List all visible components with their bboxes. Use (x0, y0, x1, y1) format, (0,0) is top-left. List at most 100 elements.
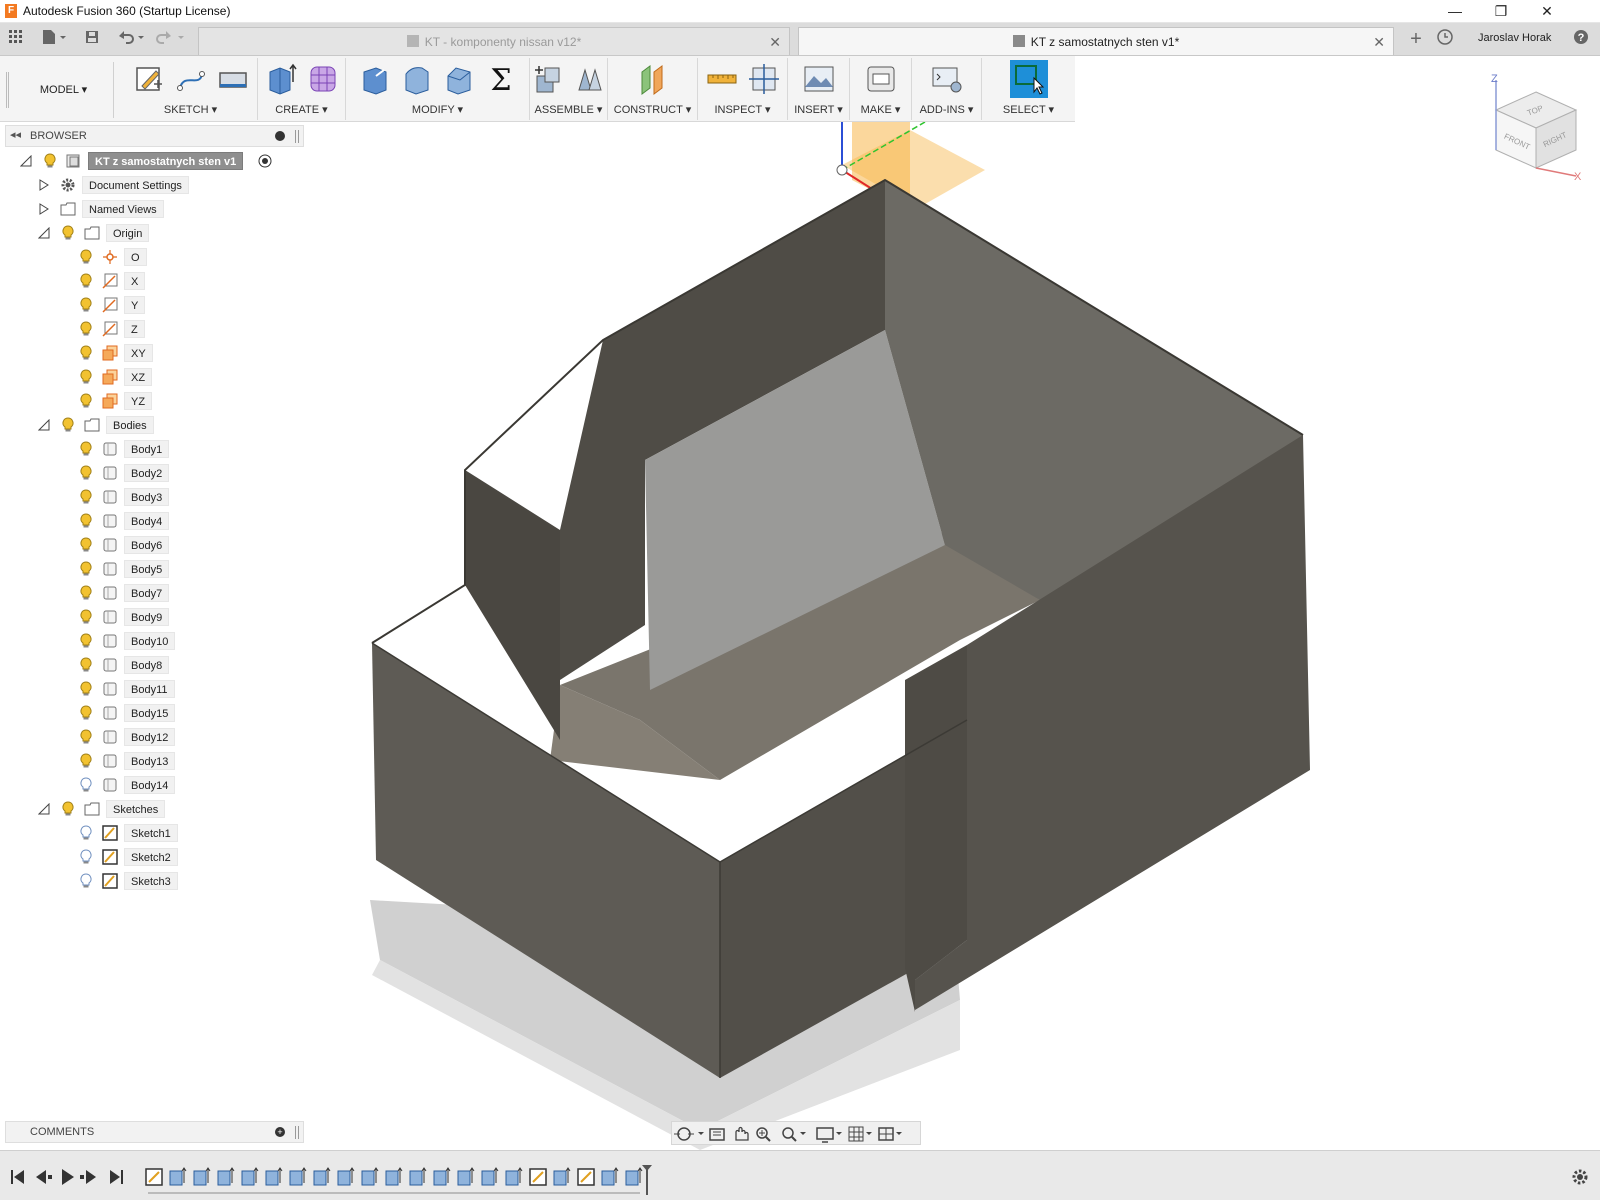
minimize-icon[interactable]: — (1432, 0, 1478, 22)
add-ins-menu-label[interactable]: ADD-INS ▾ (912, 103, 981, 116)
viewports-icon[interactable] (878, 1127, 902, 1141)
browser-panel-header[interactable]: ◂◂ BROWSER (5, 125, 304, 147)
measure-icon[interactable] (705, 62, 739, 96)
expanded-triangle-icon[interactable] (38, 419, 50, 431)
joint-icon[interactable] (573, 62, 607, 96)
visibility-bulb-icon[interactable] (80, 657, 92, 673)
visibility-bulb-icon[interactable] (80, 273, 92, 289)
timeline-extrude-feature-icon[interactable] (217, 1167, 235, 1186)
timeline-sketch-feature-icon[interactable] (529, 1168, 547, 1186)
timeline-extrude-feature-icon[interactable] (241, 1167, 259, 1186)
visibility-bulb-icon[interactable] (80, 321, 92, 337)
visibility-bulb-icon[interactable] (62, 225, 74, 241)
visibility-bulb-icon[interactable] (80, 609, 92, 625)
hidden-bulb-icon[interactable] (80, 849, 92, 865)
timeline-extrude-feature-icon[interactable] (265, 1167, 283, 1186)
visibility-bulb-icon[interactable] (80, 465, 92, 481)
visibility-bulb-icon[interactable] (80, 513, 92, 529)
close-icon[interactable]: ✕ (1524, 0, 1570, 22)
visibility-bulb-icon[interactable] (80, 537, 92, 553)
form-icon[interactable] (306, 62, 340, 96)
activate-component-icon[interactable] (258, 154, 272, 168)
display-settings-icon[interactable] (816, 1127, 842, 1143)
visibility-bulb-icon[interactable] (80, 681, 92, 697)
timeline-extrude-feature-icon[interactable] (505, 1167, 523, 1186)
create-menu-label[interactable]: CREATE ▾ (258, 103, 345, 116)
timeline-extrude-feature-icon[interactable] (625, 1167, 643, 1186)
hidden-bulb-icon[interactable] (80, 873, 92, 889)
expanded-triangle-icon[interactable] (38, 803, 50, 815)
timeline-extrude-feature-icon[interactable] (601, 1167, 619, 1186)
visibility-bulb-icon[interactable] (44, 153, 56, 169)
new-component-icon[interactable] (531, 62, 565, 96)
visibility-bulb-icon[interactable] (80, 585, 92, 601)
assemble-menu-label[interactable]: ASSEMBLE ▾ (530, 103, 607, 116)
select-menu-label[interactable]: SELECT ▾ (982, 103, 1075, 116)
origin-point-marker[interactable] (836, 164, 848, 176)
hidden-bulb-icon[interactable] (80, 825, 92, 841)
undo-icon[interactable] (114, 29, 148, 49)
visibility-bulb-icon[interactable] (80, 561, 92, 577)
toolbar-grip[interactable] (6, 72, 9, 108)
visibility-bulb-icon[interactable] (80, 249, 92, 265)
timeline-extrude-feature-icon[interactable] (457, 1167, 475, 1186)
offset-plane-icon[interactable] (636, 62, 670, 96)
sketch-line-icon[interactable] (174, 62, 208, 96)
visibility-bulb-icon[interactable] (80, 369, 92, 385)
visibility-bulb-icon[interactable] (62, 417, 74, 433)
timeline-extrude-feature-icon[interactable] (361, 1167, 379, 1186)
timeline-extrude-feature-icon[interactable] (553, 1167, 571, 1186)
visibility-bulb-icon[interactable] (80, 489, 92, 505)
fillet-icon[interactable] (400, 62, 434, 96)
create-sketch-icon[interactable] (132, 62, 166, 96)
visibility-bulb-icon[interactable] (80, 345, 92, 361)
timeline-extrude-feature-icon[interactable] (313, 1167, 331, 1186)
redo-icon[interactable] (154, 29, 188, 49)
insert-image-icon[interactable] (802, 62, 836, 96)
comments-panel-header[interactable]: COMMENTS + (5, 1121, 304, 1143)
model-canvas[interactable] (0, 118, 1600, 1150)
collapsed-triangle-icon[interactable] (38, 203, 50, 215)
job-status-clock-icon[interactable] (1434, 29, 1456, 49)
timeline-sketch-feature-icon[interactable] (145, 1168, 163, 1186)
timeline-settings-gear-icon[interactable] (1572, 1169, 1588, 1185)
timeline-extrude-feature-icon[interactable] (385, 1167, 403, 1186)
timeline-extrude-feature-icon[interactable] (481, 1167, 499, 1186)
add-comment-icon[interactable]: + (275, 1127, 285, 1137)
expanded-triangle-icon[interactable] (20, 155, 32, 167)
chamfer-icon[interactable] (442, 62, 476, 96)
visibility-bulb-icon[interactable] (80, 441, 92, 457)
go-to-start-icon[interactable] (11, 1170, 24, 1184)
visibility-bulb-icon[interactable] (80, 729, 92, 745)
help-icon[interactable]: ? (1570, 29, 1592, 49)
browser-minimize-icon[interactable] (275, 131, 285, 141)
timeline-extrude-feature-icon[interactable] (169, 1167, 187, 1186)
visibility-bulb-icon[interactable] (80, 393, 92, 409)
restore-icon[interactable]: ❐ (1478, 0, 1524, 22)
tab-kt-z-samostatnych-sten[interactable]: KT z samostatnych sten v1* ✕ (798, 27, 1394, 55)
inspect-menu-label[interactable]: INSPECT ▾ (698, 103, 787, 116)
fit-zoom-icon[interactable] (782, 1127, 806, 1142)
view-cube[interactable]: TOP FRONT RIGHT Z X (1488, 72, 1584, 182)
tab-close-icon[interactable]: ✕ (1373, 28, 1385, 56)
parameters-sigma-icon[interactable]: Σ (484, 62, 518, 98)
extrude-icon[interactable] (264, 62, 298, 96)
modify-menu-label[interactable]: MODIFY ▾ (346, 103, 529, 116)
go-to-end-icon[interactable] (110, 1170, 123, 1184)
orbit-icon[interactable] (674, 1127, 704, 1141)
browser-pin-icon[interactable] (295, 130, 299, 143)
tab-kt-komponenty-nissan[interactable]: KT - komponenty nissan v12* ✕ (198, 27, 790, 55)
timeline-extrude-feature-icon[interactable] (337, 1167, 355, 1186)
collapsed-triangle-icon[interactable] (38, 179, 50, 191)
visibility-bulb-icon[interactable] (80, 705, 92, 721)
grid-snaps-icon[interactable] (848, 1126, 872, 1142)
scripts-addins-icon[interactable] (930, 62, 964, 96)
insert-menu-label[interactable]: INSERT ▾ (788, 103, 849, 116)
sketch-menu-label[interactable]: SKETCH ▾ (124, 103, 257, 116)
visibility-bulb-icon[interactable] (62, 801, 74, 817)
visibility-bulb-icon[interactable] (80, 753, 92, 769)
save-icon[interactable] (82, 29, 102, 49)
hidden-bulb-icon[interactable] (80, 777, 92, 793)
comments-pin-icon[interactable] (295, 1126, 299, 1139)
file-menu-icon[interactable] (38, 29, 70, 49)
